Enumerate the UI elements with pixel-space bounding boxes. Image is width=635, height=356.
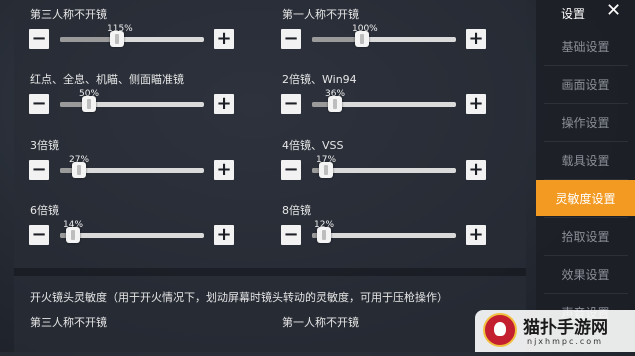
fire-sensitivity-heading: 开火镜头灵敏度（用于开火情况下，划动屏幕时镜头转动的灵敏度，可用于压枪操作） xyxy=(30,291,448,304)
sidebar-separator xyxy=(544,255,628,256)
slider-title: 4倍镜、VSS xyxy=(282,139,344,152)
slider-title: 第一人称不开镜 xyxy=(282,8,359,21)
slider-handle[interactable] xyxy=(328,96,342,112)
increase-button[interactable]: + xyxy=(214,160,234,180)
decrease-button[interactable]: − xyxy=(281,160,301,180)
slider-track[interactable]: 14% xyxy=(60,220,204,243)
slider-title: 2倍镜、Win94 xyxy=(282,73,357,86)
sidebar-separator xyxy=(544,65,628,66)
decrease-button[interactable]: − xyxy=(29,29,49,49)
fire-third-person-title: 第三人称不开镜 xyxy=(30,316,107,329)
slider-title: 红点、全息、机瞄、侧面瞄准镜 xyxy=(30,73,184,86)
settings-sidebar: 设置 ✕ 基础设置画面设置操作设置载具设置灵敏度设置拾取设置效果设置声音设置 xyxy=(536,0,635,352)
slider-track[interactable]: 17% xyxy=(312,155,456,178)
sidebar-item-5[interactable]: 灵敏度设置 xyxy=(536,180,635,216)
sensitivity-slider-3: 红点、全息、机瞄、侧面瞄准镜 −50% + xyxy=(14,65,244,123)
increase-button[interactable]: + xyxy=(214,225,234,245)
sidebar-title: 设置 xyxy=(561,7,586,21)
slider-track[interactable]: 27% xyxy=(60,155,204,178)
slider-handle[interactable] xyxy=(66,227,80,243)
cat-logo-icon xyxy=(483,313,517,347)
sensitivity-slider-8: 8倍镜 −12% + xyxy=(266,196,496,254)
slider-handle[interactable] xyxy=(355,31,369,47)
slider-fill xyxy=(60,37,117,42)
slider-title: 第三人称不开镜 xyxy=(30,8,107,21)
sidebar-separator xyxy=(544,103,628,104)
slider-track[interactable]: 115% xyxy=(60,24,204,47)
slider-title: 8倍镜 xyxy=(282,204,311,217)
decrease-button[interactable]: − xyxy=(281,225,301,245)
sidebar-separator xyxy=(544,217,628,218)
decrease-button[interactable]: − xyxy=(29,160,49,180)
slider-title: 3倍镜 xyxy=(30,139,59,152)
decrease-button[interactable]: − xyxy=(281,29,301,49)
sensitivity-slider-4: 2倍镜、Win94 −36% + xyxy=(266,65,496,123)
sidebar-item-2[interactable]: 画面设置 xyxy=(536,66,635,102)
increase-button[interactable]: + xyxy=(466,94,486,114)
slider-track[interactable]: 100% xyxy=(312,24,456,47)
sidebar-separator xyxy=(544,141,628,142)
sidebar-header: 设置 ✕ xyxy=(536,0,635,26)
increase-button[interactable]: + xyxy=(214,29,234,49)
increase-button[interactable]: + xyxy=(466,29,486,49)
sensitivity-slider-7: 6倍镜 −14% + xyxy=(14,196,244,254)
slider-title: 6倍镜 xyxy=(30,204,59,217)
watermark-name: 猫扑手游网 xyxy=(523,318,608,338)
decrease-button[interactable]: − xyxy=(281,94,301,114)
close-icon[interactable]: ✕ xyxy=(606,0,621,21)
sensitivity-slider-5: 3倍镜 −27% + xyxy=(14,131,244,189)
slider-handle[interactable] xyxy=(317,227,331,243)
sidebar-separator xyxy=(544,293,628,294)
slider-track[interactable]: 36% xyxy=(312,89,456,112)
decrease-button[interactable]: − xyxy=(29,94,49,114)
sensitivity-slider-6: 4倍镜、VSS −17% + xyxy=(266,131,496,189)
slider-handle[interactable] xyxy=(319,162,333,178)
sensitivity-slider-1: 第三人称不开镜 −115% + xyxy=(14,0,244,58)
sidebar-item-1[interactable]: 基础设置 xyxy=(536,28,635,64)
increase-button[interactable]: + xyxy=(466,225,486,245)
sidebar-item-6[interactable]: 拾取设置 xyxy=(536,218,635,254)
slider-handle[interactable] xyxy=(72,162,86,178)
section-divider xyxy=(14,268,526,276)
slider-handle[interactable] xyxy=(82,96,96,112)
sidebar-item-4[interactable]: 载具设置 xyxy=(536,142,635,178)
decrease-button[interactable]: − xyxy=(29,225,49,245)
sidebar-item-7[interactable]: 效果设置 xyxy=(536,256,635,292)
increase-button[interactable]: + xyxy=(466,160,486,180)
watermark-url: njxhmpc.com xyxy=(527,337,603,346)
sidebar-item-3[interactable]: 操作设置 xyxy=(536,104,635,140)
increase-button[interactable]: + xyxy=(214,94,234,114)
fire-first-person-title: 第一人称不开镜 xyxy=(282,316,359,329)
slider-track[interactable]: 50% xyxy=(60,89,204,112)
slider-track[interactable]: 12% xyxy=(312,220,456,243)
sensitivity-slider-2: 第一人称不开镜 −100% + xyxy=(266,0,496,58)
sidebar-separator xyxy=(544,179,628,180)
slider-handle[interactable] xyxy=(110,31,124,47)
fire-sensitivity-panel: 开火镜头灵敏度（用于开火情况下，划动屏幕时镜头转动的灵敏度，可用于压枪操作） 第… xyxy=(14,276,526,356)
watermark: 猫扑手游网 njxhmpc.com xyxy=(475,310,635,352)
